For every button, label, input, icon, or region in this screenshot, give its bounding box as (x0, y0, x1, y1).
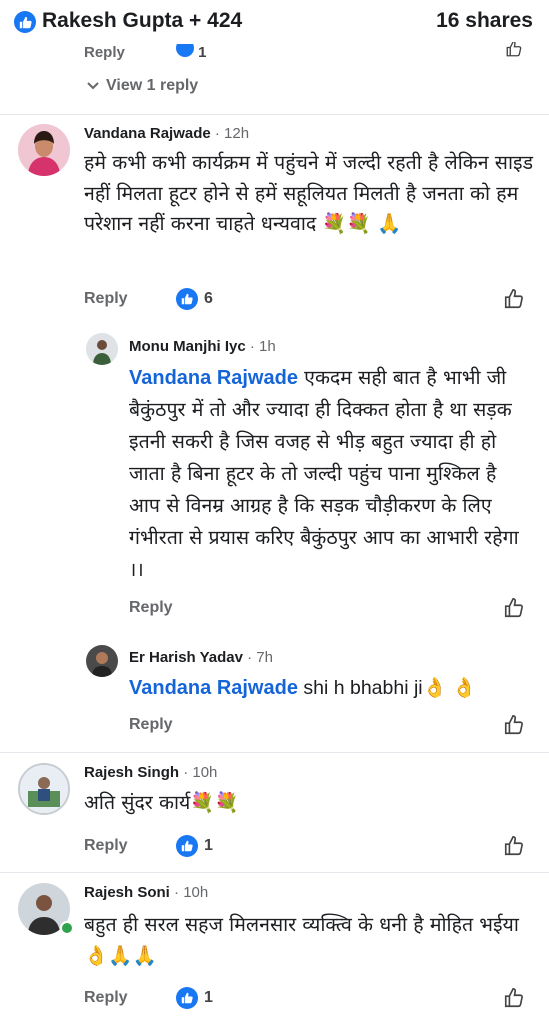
online-status-indicator (60, 921, 74, 935)
comment-time: · 10h (183, 764, 218, 781)
like-outline-icon[interactable] (503, 40, 525, 58)
comment-text: Vandana Rajwade एकदम सही बात है भाभी जी … (129, 362, 526, 586)
author-name[interactable]: Monu Manjhi Iyc (129, 338, 246, 355)
reactions-summary-link[interactable]: Rakesh Gupta + 424 (42, 9, 242, 33)
avatar[interactable] (86, 333, 118, 365)
profile-photo (86, 333, 118, 365)
mention-link[interactable]: Vandana Rajwade (129, 367, 298, 389)
profile-photo (18, 124, 70, 176)
post-reactions-bar: Rakesh Gupta + 424 16 shares (0, 0, 549, 42)
like-outline-icon[interactable] (503, 987, 525, 1009)
chevron-down-icon (87, 82, 99, 90)
reply-button[interactable]: Reply (129, 599, 173, 617)
like-reaction-icon (14, 11, 36, 33)
like-reaction-icon (176, 987, 198, 1009)
comment-time: · 12h (214, 125, 250, 142)
like-outline-icon[interactable] (503, 288, 525, 310)
reaction-count-text: 6 (204, 290, 213, 307)
like-reaction-icon (176, 288, 198, 310)
comment-text: बहुत ही सरल सहज मिलनसार व्यक्त्वि के धनी… (84, 913, 519, 967)
mention-link[interactable]: Vandana Rajwade (129, 677, 298, 699)
author-name[interactable]: Rajesh Soni (84, 884, 170, 901)
like-outline-icon[interactable] (503, 597, 525, 619)
comment-author[interactable]: Er Harish Yadav · 7h (129, 649, 273, 666)
reaction-count-text: 1 (198, 44, 207, 61)
comment-body: एकदम सही बात है भाभी जी बैकुंठपुर में तो… (129, 366, 519, 581)
author-name[interactable]: Vandana Rajwade (84, 125, 211, 142)
view-replies-label: View 1 reply (106, 77, 199, 94)
reply-button-partial[interactable]: Reply (84, 44, 125, 62)
like-reaction-icon (176, 44, 194, 58)
reply-button[interactable]: Reply (84, 290, 128, 308)
comment-author[interactable]: Monu Manjhi Iyc · 1h (129, 338, 276, 355)
like-outline-icon[interactable] (503, 835, 525, 857)
reaction-count-text: 1 (204, 989, 213, 1006)
profile-photo (20, 765, 68, 813)
like-outline-icon[interactable] (503, 714, 525, 736)
reply-button[interactable]: Reply (129, 716, 173, 734)
comment-author[interactable]: Rajesh Singh · 10h (84, 764, 217, 781)
shares-count-link[interactable]: 16 shares (436, 9, 533, 33)
comment-author[interactable]: Vandana Rajwade · 12h (84, 125, 249, 142)
comment-text: अति सुंदर कार्य💐💐 (84, 791, 239, 814)
comment-body: shi h bhabhi ji👌 👌 (297, 677, 477, 699)
comment-time: · 10h (174, 884, 209, 901)
section-divider (0, 114, 549, 115)
author-name[interactable]: Rajesh Singh (84, 764, 179, 781)
comment-text: हमे कभी कभी कार्यक्रम में पहुंचने में जल… (84, 151, 534, 235)
avatar[interactable] (18, 763, 70, 815)
reaction-count[interactable]: 1 (176, 835, 213, 857)
reaction-count[interactable]: 1 (176, 987, 213, 1009)
reply-button[interactable]: Reply (84, 837, 128, 855)
section-divider (0, 752, 549, 753)
view-replies-button[interactable]: View 1 reply (86, 77, 198, 95)
reaction-count-partial: 1 (176, 44, 207, 62)
like-reaction-icon (176, 835, 198, 857)
profile-photo (86, 645, 118, 677)
section-divider (0, 872, 549, 873)
comment-author[interactable]: Rajesh Soni · 10h (84, 884, 208, 901)
comment-time: · 1h (249, 338, 276, 355)
reaction-count-text: 1 (204, 837, 213, 854)
comment-time: · 7h (247, 649, 273, 666)
avatar[interactable] (86, 645, 118, 677)
author-name[interactable]: Er Harish Yadav (129, 649, 243, 666)
reaction-count[interactable]: 6 (176, 288, 213, 310)
avatar[interactable] (18, 124, 70, 176)
reply-button[interactable]: Reply (84, 989, 128, 1007)
comment-text: Vandana Rajwade shi h bhabhi ji👌 👌 (129, 673, 526, 704)
